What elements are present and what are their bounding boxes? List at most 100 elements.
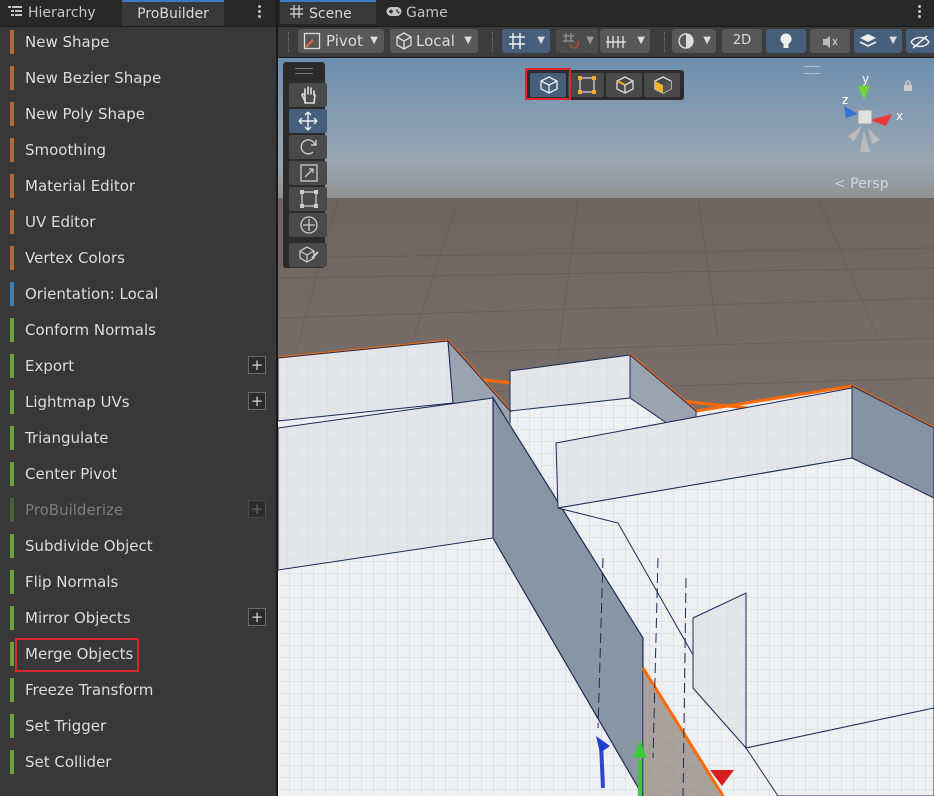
tool-label: Set Collider: [25, 753, 112, 771]
category-color-bar: [10, 678, 14, 702]
tool-probuilderize[interactable]: ProBuilderize +: [0, 492, 276, 528]
tool-label: New Shape: [25, 33, 110, 51]
tool-flip-normals[interactable]: Flip Normals: [0, 564, 276, 600]
chevron-down-icon: ▼: [637, 35, 645, 46]
category-color-bar: [10, 462, 14, 486]
tool-conform-normals[interactable]: Conform Normals: [0, 312, 276, 348]
tool-center-pivot[interactable]: Center Pivot: [0, 456, 276, 492]
grid-icon: [290, 2, 303, 26]
edge-mode-button[interactable]: [606, 73, 642, 97]
lightbulb-icon: [777, 32, 795, 57]
tool-options-button[interactable]: +: [248, 500, 266, 518]
category-color-bar: [10, 282, 14, 306]
edge-mode-icon: [615, 75, 635, 99]
move-tool-button[interactable]: [289, 109, 327, 133]
gizmo-z-label: z: [842, 93, 848, 107]
face-mode-button[interactable]: [644, 73, 680, 97]
tool-label: Freeze Transform: [25, 681, 154, 699]
category-color-bar: [10, 606, 14, 630]
tab-hierarchy[interactable]: Hierarchy: [8, 0, 120, 26]
tool-subdivide-object[interactable]: Subdivide Object: [0, 528, 276, 564]
category-color-bar: [10, 138, 14, 162]
tool-set-trigger[interactable]: Set Trigger: [0, 708, 276, 744]
overlay-grip[interactable]: [295, 68, 313, 74]
tool-options-button[interactable]: +: [248, 356, 266, 374]
tool-vertex-colors[interactable]: Vertex Colors: [0, 240, 276, 276]
scene-3d-view[interactable]: [278, 58, 934, 796]
merge-objects-highlight: [15, 638, 139, 672]
tool-orientation-local[interactable]: Orientation: Local: [0, 276, 276, 312]
transform-tool-button[interactable]: [289, 213, 327, 237]
panel-menu-button[interactable]: [256, 3, 262, 21]
tool-label: ProBuilderize: [25, 501, 124, 519]
lock-icon[interactable]: [902, 80, 914, 96]
scene-viewport[interactable]: y x z < Persp: [278, 58, 934, 796]
tool-set-collider[interactable]: Set Collider: [0, 744, 276, 780]
grid-snap-icon: [508, 32, 526, 57]
tool-freeze-transform[interactable]: Freeze Transform: [0, 672, 276, 708]
category-color-bar: [10, 750, 14, 774]
tool-options-button[interactable]: +: [248, 392, 266, 410]
tool-label: Lightmap UVs: [25, 393, 130, 411]
grid-ruler-icon: [606, 33, 626, 57]
lighting-toggle[interactable]: [766, 29, 806, 53]
tool-label: UV Editor: [25, 213, 96, 231]
space-dropdown[interactable]: Local ▼: [390, 29, 478, 53]
hand-tool-button[interactable]: [289, 83, 327, 107]
tab-probuilder[interactable]: ProBuilder: [122, 0, 224, 26]
probuilder-panel: Hierarchy ProBuilder New Shape New Bezier…: [0, 0, 276, 796]
tool-new-shape[interactable]: New Shape: [0, 24, 276, 60]
transform-icon: [299, 215, 319, 239]
scene-toolbar: Pivot ▼ Local ▼ ▼ ▼ ▼ ▼ 2D ▼: [278, 27, 934, 58]
tool-label: Vertex Colors: [25, 249, 125, 267]
move-icon: [298, 111, 318, 135]
projection-label[interactable]: < Persp: [834, 176, 889, 192]
tool-mirror-objects[interactable]: Mirror Objects +: [0, 600, 276, 636]
tab-scene[interactable]: Scene: [280, 0, 376, 24]
category-color-bar: [10, 102, 14, 126]
tab-probuilder-label: ProBuilder: [137, 6, 209, 22]
orientation-gizmo[interactable]: y x z: [818, 70, 914, 166]
visibility-toggle[interactable]: [906, 29, 934, 53]
tool-triangulate[interactable]: Triangulate: [0, 420, 276, 456]
tool-label: Mirror Objects: [25, 609, 131, 627]
tool-label: Set Trigger: [25, 717, 107, 735]
shading-mode-button[interactable]: ▼: [672, 29, 716, 53]
effects-toggle[interactable]: ▼: [854, 29, 902, 53]
rotate-tool-button[interactable]: [289, 135, 327, 159]
tool-new-poly-shape[interactable]: New Poly Shape: [0, 96, 276, 132]
tool-new-bezier-shape[interactable]: New Bezier Shape: [0, 60, 276, 96]
scale-tool-button[interactable]: [289, 161, 327, 185]
increment-snap-button[interactable]: ▼: [556, 29, 598, 53]
scene-tab-bar: Scene Game: [278, 0, 934, 27]
vertex-mode-button[interactable]: [568, 73, 604, 97]
tool-smoothing[interactable]: Smoothing: [0, 132, 276, 168]
category-color-bar: [10, 390, 14, 414]
pivot-dropdown[interactable]: Pivot ▼: [298, 29, 384, 53]
face-mode-icon: [653, 75, 673, 99]
tool-options-button[interactable]: +: [248, 608, 266, 626]
layers-icon: [859, 32, 877, 57]
tool-label: New Bezier Shape: [25, 69, 162, 87]
shading-sphere-icon: [677, 32, 695, 57]
gizmo-x-label: x: [896, 109, 903, 123]
tool-material-editor[interactable]: Material Editor: [0, 168, 276, 204]
tab-game[interactable]: Game: [386, 0, 466, 26]
tool-label: Smoothing: [25, 141, 107, 159]
tool-label: Flip Normals: [25, 573, 119, 591]
grid-settings-button[interactable]: ▼: [600, 29, 650, 53]
snap-magnet-icon: [562, 32, 580, 57]
rect-tool-button[interactable]: [289, 187, 327, 211]
tab-game-label: Game: [406, 5, 448, 21]
custom-tool-button[interactable]: [289, 243, 327, 267]
tool-uv-editor[interactable]: UV Editor: [0, 204, 276, 240]
mode-2d-button[interactable]: 2D: [722, 29, 762, 53]
tool-label: Export: [25, 357, 75, 375]
tool-lightmap-uvs[interactable]: Lightmap UVs +: [0, 384, 276, 420]
pivot-label: Pivot: [326, 32, 363, 50]
audio-toggle[interactable]: [810, 29, 850, 53]
tab-scene-label: Scene: [309, 6, 352, 22]
scene-menu-button[interactable]: [916, 3, 922, 21]
tool-export[interactable]: Export +: [0, 348, 276, 384]
grid-snap-button[interactable]: ▼: [502, 29, 550, 53]
